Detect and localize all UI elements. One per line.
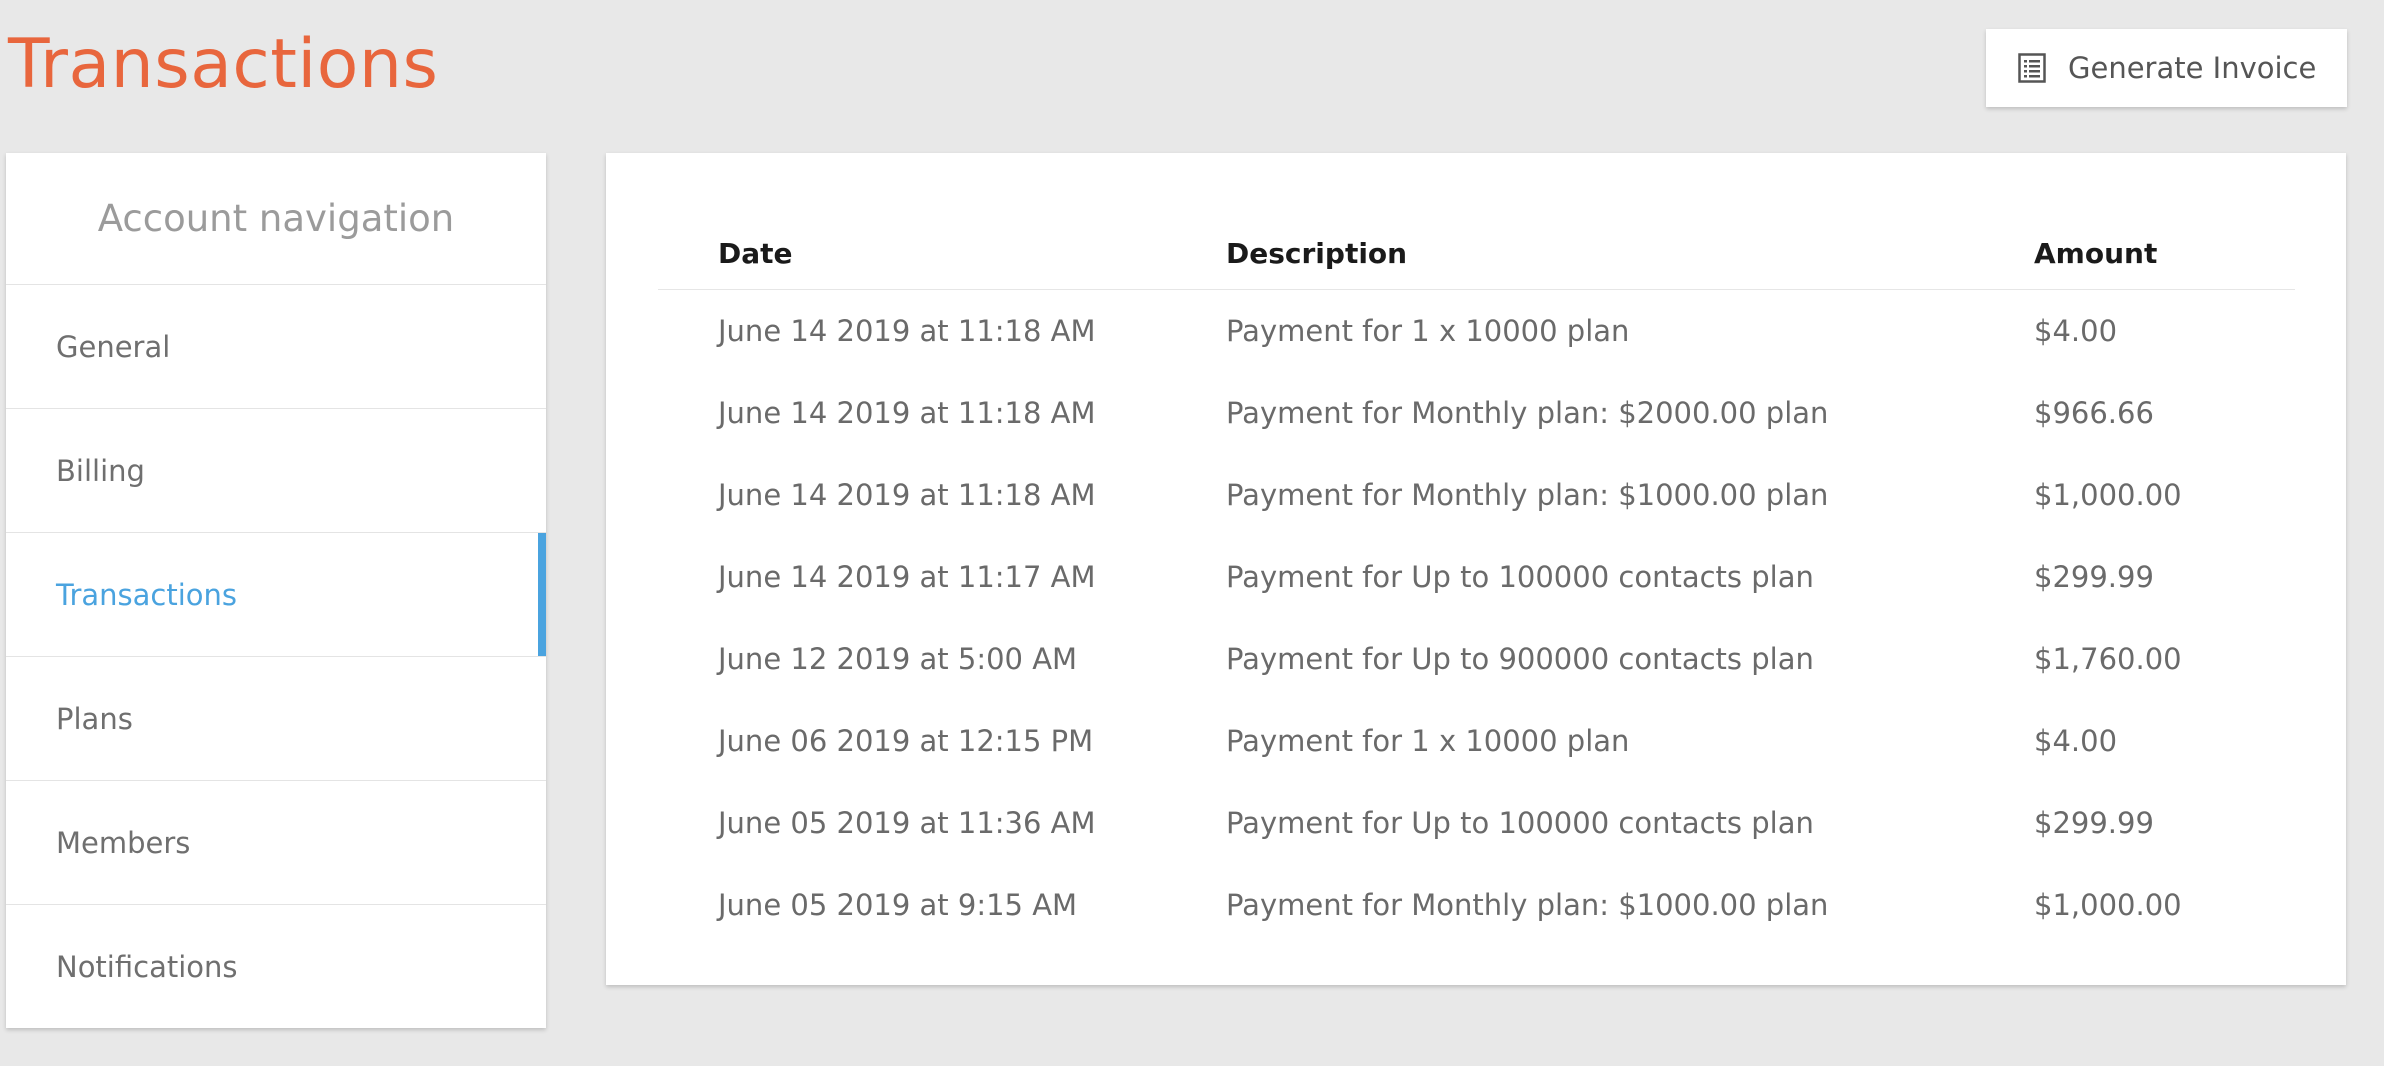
table-row: June 12 2019 at 5:00 AM Payment for Up t… <box>658 618 2295 700</box>
cell-date: June 14 2019 at 11:18 AM <box>718 396 1096 430</box>
generate-invoice-button[interactable]: Generate Invoice <box>1986 29 2347 107</box>
sidebar-item-label: Members <box>56 825 191 860</box>
sidebar-title: Account navigation <box>6 153 546 285</box>
cell-description: Payment for Monthly plan: $1000.00 plan <box>1226 888 1829 922</box>
table-row: June 05 2019 at 9:15 AM Payment for Mont… <box>658 864 2295 946</box>
transactions-table: Date Description Amount June 14 2019 at … <box>658 217 2295 946</box>
cell-amount: $299.99 <box>2034 560 2154 594</box>
cell-date: June 14 2019 at 11:18 AM <box>718 478 1096 512</box>
table-row: June 05 2019 at 11:36 AM Payment for Up … <box>658 782 2295 864</box>
table-row: June 14 2019 at 11:17 AM Payment for Up … <box>658 536 2295 618</box>
invoice-list-icon <box>2018 53 2046 83</box>
cell-amount: $299.99 <box>2034 806 2154 840</box>
table-header-row: Date Description Amount <box>658 217 2295 290</box>
sidebar-item-label: Billing <box>56 453 145 488</box>
cell-date: June 14 2019 at 11:17 AM <box>718 560 1096 594</box>
table-row: June 14 2019 at 11:18 AM Payment for Mon… <box>658 454 2295 536</box>
sidebar-item-plans[interactable]: Plans <box>6 657 546 781</box>
sidebar-item-billing[interactable]: Billing <box>6 409 546 533</box>
table-row: June 14 2019 at 11:18 AM Payment for Mon… <box>658 372 2295 454</box>
sidebar-item-label: Transactions <box>56 577 238 612</box>
sidebar-item-label: General <box>56 329 171 364</box>
account-navigation: Account navigation General Billing Trans… <box>6 153 546 1028</box>
table-row: June 06 2019 at 12:15 PM Payment for 1 x… <box>658 700 2295 782</box>
cell-description: Payment for Monthly plan: $2000.00 plan <box>1226 396 1829 430</box>
cell-description: Payment for Up to 100000 contacts plan <box>1226 806 1814 840</box>
cell-description: Payment for Monthly plan: $1000.00 plan <box>1226 478 1829 512</box>
column-header-date: Date <box>658 217 1226 290</box>
page-title: Transactions <box>8 25 439 104</box>
column-header-description: Description <box>1226 217 2034 290</box>
column-header-amount: Amount <box>2034 217 2295 290</box>
cell-amount: $4.00 <box>2034 724 2118 758</box>
cell-date: June 14 2019 at 11:18 AM <box>718 314 1096 348</box>
generate-invoice-label: Generate Invoice <box>2068 51 2317 85</box>
sidebar-item-transactions[interactable]: Transactions <box>6 533 546 657</box>
cell-description: Payment for 1 x 10000 plan <box>1226 724 1630 758</box>
cell-date: June 05 2019 at 11:36 AM <box>718 806 1096 840</box>
sidebar-item-general[interactable]: General <box>6 285 546 409</box>
cell-date: June 05 2019 at 9:15 AM <box>718 888 1078 922</box>
cell-description: Payment for 1 x 10000 plan <box>1226 314 1630 348</box>
sidebar-item-notifications[interactable]: Notifications <box>6 905 546 1028</box>
sidebar-item-label: Notifications <box>56 949 238 984</box>
cell-description: Payment for Up to 900000 contacts plan <box>1226 642 1814 676</box>
cell-amount: $4.00 <box>2034 314 2118 348</box>
cell-amount: $1,000.00 <box>2034 888 2182 922</box>
table-row: June 14 2019 at 11:18 AM Payment for 1 x… <box>658 290 2295 373</box>
cell-description: Payment for Up to 100000 contacts plan <box>1226 560 1814 594</box>
sidebar-item-members[interactable]: Members <box>6 781 546 905</box>
transactions-panel: Date Description Amount June 14 2019 at … <box>606 153 2346 985</box>
cell-amount: $1,760.00 <box>2034 642 2182 676</box>
cell-amount: $1,000.00 <box>2034 478 2182 512</box>
cell-date: June 06 2019 at 12:15 PM <box>718 724 1094 758</box>
cell-date: June 12 2019 at 5:00 AM <box>718 642 1078 676</box>
sidebar-item-label: Plans <box>56 701 133 736</box>
cell-amount: $966.66 <box>2034 396 2154 430</box>
